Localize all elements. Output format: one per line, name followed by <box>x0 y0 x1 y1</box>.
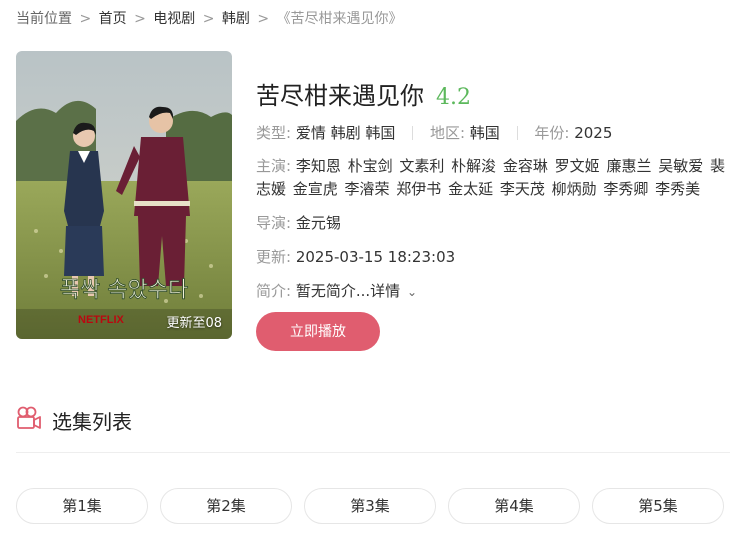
video-camera-icon <box>16 405 42 435</box>
type-value[interactable]: 爱情 韩剧 韩国 <box>296 124 396 142</box>
breadcrumb: 当前位置 > 首页 > 电视剧 > 韩剧 > 《苦尽柑来遇见你》 <box>16 8 403 28</box>
director-label: 导演: <box>256 214 292 232</box>
region-label: 地区: <box>429 124 466 142</box>
director-value[interactable]: 金元锡 <box>296 214 341 232</box>
breadcrumb-tv[interactable]: 电视剧 <box>153 11 195 27</box>
section-title: 选集列表 <box>52 409 132 434</box>
episode-button[interactable]: 第4集 <box>448 488 580 524</box>
title-row: 苦尽柑来遇见你 4.2 <box>256 76 471 111</box>
poster-image[interactable]: 폭싹 속았수다 NETFLIX 更新至08 <box>16 51 232 339</box>
episode-button[interactable]: 第1集 <box>16 488 148 524</box>
director-row: 导演: 金元锡 <box>256 212 341 233</box>
page-title: 苦尽柑来遇见你 <box>256 82 424 110</box>
cast-value[interactable]: 李知恩 朴宝剑 文素利 朴解浚 金容琳 罗文姬 廉惠兰 吴敏爱 裴志媛 金宣虎 … <box>256 157 725 198</box>
year-label: 年份: <box>534 124 570 142</box>
poster-illustration: 폭싹 속았수다 NETFLIX <box>16 51 232 339</box>
breadcrumb-separator: > <box>79 11 92 27</box>
breadcrumb-home[interactable]: 首页 <box>99 11 127 27</box>
episodes-section-header: 选集列表 <box>16 405 132 435</box>
update-row: 更新: 2025-03-15 18:23:03 <box>256 246 455 267</box>
meta-row: 类型: 爱情 韩剧 韩国 地区: 韩国 年份: 2025 <box>256 122 612 143</box>
year-value[interactable]: 2025 <box>574 124 612 142</box>
intro-value[interactable]: 暂无简介...详情 <box>296 282 400 300</box>
intro-row[interactable]: 简介: 暂无简介...详情 ⌄ <box>256 280 417 301</box>
rating-score: 4.2 <box>436 85 471 110</box>
divider <box>412 126 414 140</box>
cast-row: 主演: 李知恩 朴宝剑 文素利 朴解浚 金容琳 罗文姬 廉惠兰 吴敏爱 裴志媛 … <box>256 155 730 201</box>
episode-button[interactable]: 第2集 <box>160 488 292 524</box>
update-value: 2025-03-15 18:23:03 <box>295 248 456 266</box>
breadcrumb-current: 《苦尽柑来遇见你》 <box>276 11 403 27</box>
type-label: 类型: <box>256 124 292 142</box>
episode-list: 第1集 第2集 第3集 第4集 第5集 <box>16 488 724 524</box>
cast-label: 主演: <box>256 157 292 175</box>
episode-button[interactable]: 第5集 <box>592 488 724 524</box>
play-now-button[interactable]: 立即播放 <box>256 312 380 351</box>
intro-label: 简介: <box>256 282 292 300</box>
poster-title-text: 폭싹 속았수다 <box>60 278 188 303</box>
episode-button[interactable]: 第3集 <box>304 488 436 524</box>
update-label: 更新: <box>256 248 292 266</box>
divider <box>16 452 730 453</box>
breadcrumb-korean-drama[interactable]: 韩剧 <box>222 11 250 27</box>
poster-update-badge: 更新至08 <box>166 316 222 331</box>
breadcrumb-separator: > <box>202 11 215 27</box>
breadcrumb-prefix: 当前位置 <box>16 11 72 27</box>
breadcrumb-separator: > <box>257 11 270 27</box>
divider <box>516 126 518 140</box>
chevron-down-icon[interactable]: ⌄ <box>407 285 417 299</box>
region-value[interactable]: 韩国 <box>470 124 500 142</box>
breadcrumb-separator: > <box>134 11 146 27</box>
